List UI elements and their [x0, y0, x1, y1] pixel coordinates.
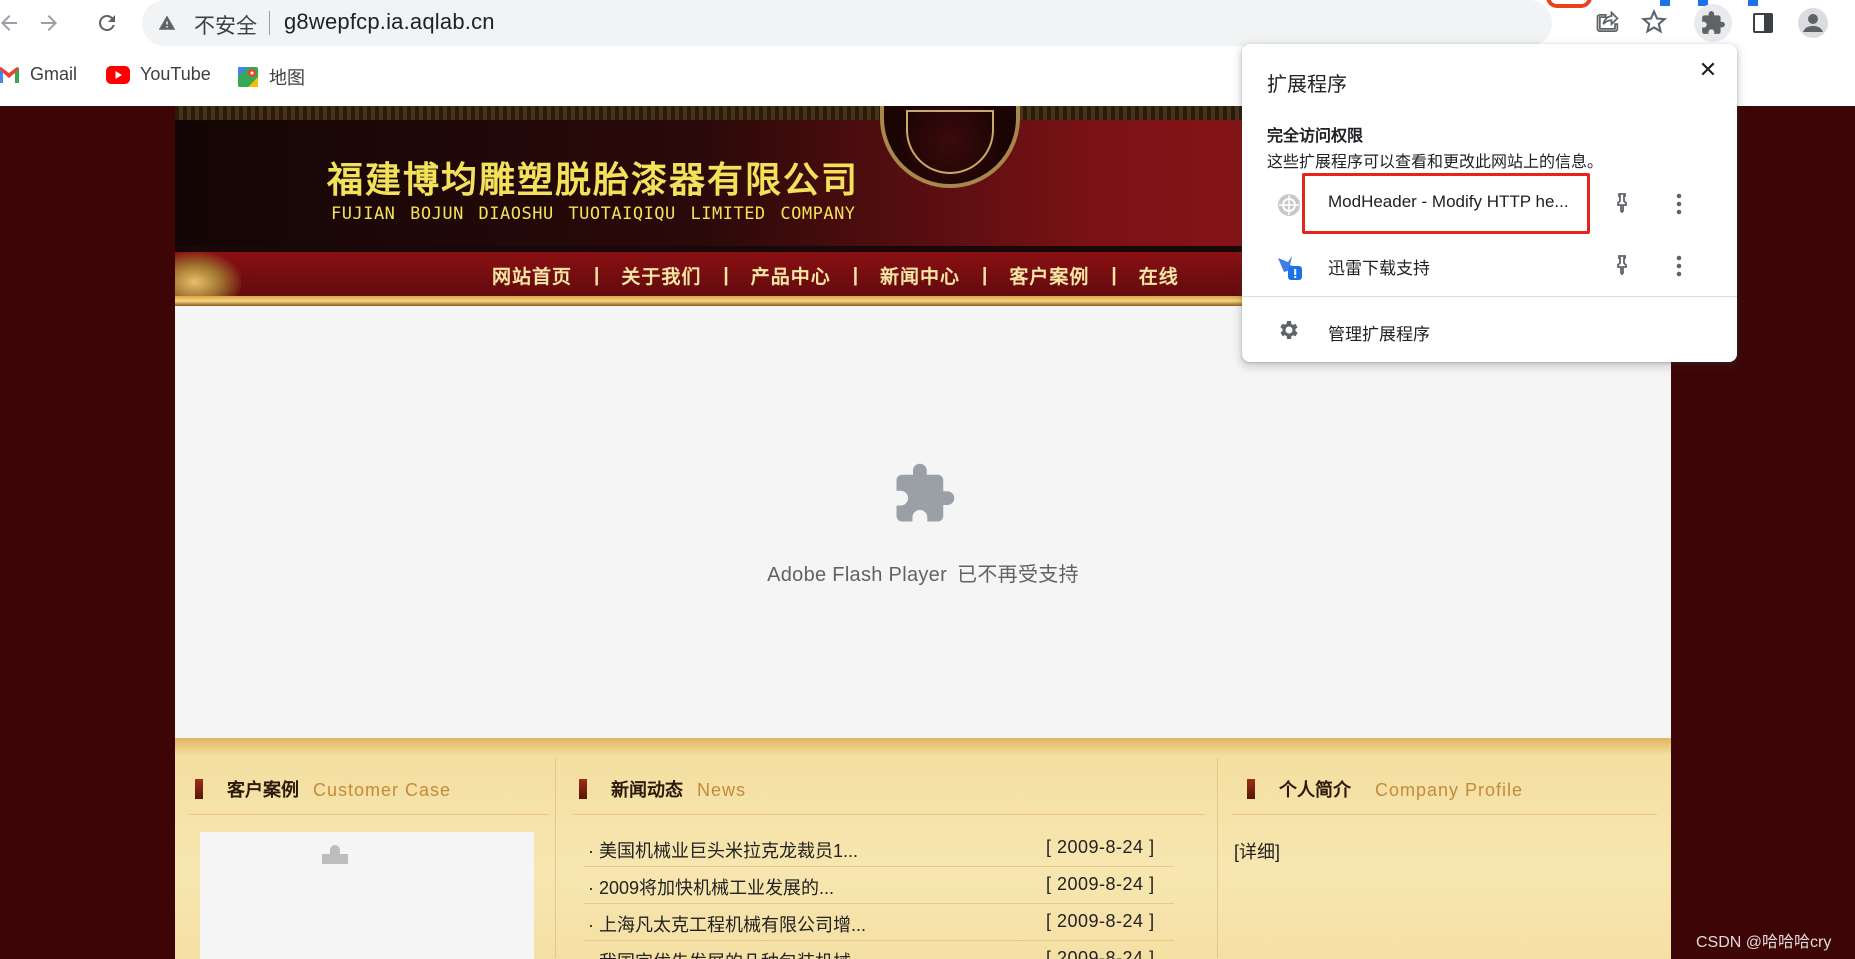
news-item-title[interactable]: · 我国宜优先发展的几种包装机械: [588, 948, 851, 959]
panel-rule: [1231, 814, 1657, 815]
close-icon[interactable]: ✕: [1696, 58, 1720, 82]
extensions-puzzle-icon[interactable]: [1694, 4, 1732, 42]
plugin-puzzle-icon: [896, 463, 955, 522]
address-bar[interactable]: 不安全 g8wepfcp.ia.aqlab.cn: [142, 0, 1668, 46]
company-name-en: FUJIAN BOJUN DIAOSHU TUOTAIQIQU LIMITED …: [331, 204, 856, 224]
nav-online[interactable]: 在线: [1139, 262, 1179, 289]
warning-icon[interactable]: [158, 14, 176, 32]
nav-home[interactable]: 网站首页: [492, 262, 572, 289]
flash-message-name: Adobe Flash Player: [767, 564, 948, 586]
profile-avatar-icon[interactable]: [1794, 4, 1832, 42]
bookmark-gmail[interactable]: Gmail: [0, 64, 77, 85]
forward-arrow-icon[interactable]: [34, 8, 64, 38]
youtube-icon: [106, 65, 130, 84]
nav-separator: |: [723, 264, 729, 286]
bookmark-youtube[interactable]: YouTube: [106, 64, 211, 85]
panel-rule: [189, 814, 549, 815]
cases-panel-header: 客户案例 Customer Case: [195, 776, 451, 802]
news-item-date: [ 2009-8-24 ]: [1046, 837, 1155, 857]
header-marker: [1247, 779, 1255, 799]
extension-name[interactable]: 迅雷下载支持: [1328, 254, 1430, 279]
content-panels: 客户案例 Customer Case 新闻动态 News · 美国机械业巨头米拉…: [175, 738, 1671, 959]
header-marker: [195, 779, 203, 799]
main-nav: 网站首页 | 关于我们 | 产品中心 | 新闻中心 | 客户案例 | 在线: [492, 262, 1179, 289]
news-item[interactable]: · 2009将加快机械工业发展的... [ 2009-8-24 ]: [584, 867, 1174, 904]
full-access-description: 这些扩展程序可以查看和更改此网站上的信息。: [1267, 154, 1604, 171]
nav-about[interactable]: 关于我们: [621, 262, 701, 289]
nav-separator: |: [852, 264, 859, 286]
security-label[interactable]: 不安全: [194, 10, 257, 40]
side-panel-icon[interactable]: [1744, 4, 1782, 42]
news-item-title[interactable]: · 上海凡太克工程机械有限公司增...: [588, 911, 866, 937]
news-item[interactable]: · 上海凡太克工程机械有限公司增... [ 2009-8-24 ]: [584, 904, 1174, 941]
case-image-placeholder[interactable]: [200, 832, 534, 959]
flash-message-status: 已不再受支持: [957, 564, 1079, 586]
pin-icon[interactable]: [1610, 192, 1634, 216]
more-vert-icon[interactable]: [1667, 252, 1691, 280]
news-item[interactable]: · 我国宜优先发展的几种包装机械 [ 2009-8-24 ]: [584, 941, 1174, 959]
news-item-date: [ 2009-8-24 ]: [1046, 911, 1155, 931]
news-item-title[interactable]: · 美国机械业巨头米拉克龙裁员1...: [588, 837, 858, 863]
news-item-date: [ 2009-8-24 ]: [1046, 874, 1155, 894]
profile-title: 个人简介: [1279, 780, 1351, 800]
column-divider: [1217, 758, 1218, 958]
bookmark-label: Gmail: [30, 64, 78, 84]
gmail-icon: [0, 66, 19, 83]
manage-extensions-link[interactable]: 管理扩展程序: [1328, 320, 1430, 345]
watermark-text: CSDN @哈哈哈cry: [1696, 934, 1832, 951]
plugin-puzzle-icon: [322, 845, 348, 864]
cases-subtitle: Customer Case: [313, 780, 452, 800]
panel-rule: [573, 814, 1205, 815]
bookmark-label: YouTube: [140, 64, 211, 84]
csdn-logo-fragment: [1546, 0, 1592, 8]
extension-item-xunlei[interactable]: 迅雷下载支持: [1242, 236, 1737, 298]
news-subtitle: News: [697, 780, 747, 800]
medallion-ornament: [906, 110, 994, 174]
pin-icon[interactable]: [1610, 254, 1634, 278]
more-vert-icon[interactable]: [1667, 190, 1691, 218]
header-marker: [579, 779, 587, 799]
nav-cases[interactable]: 客户案例: [1009, 262, 1089, 289]
company-name-cn: 福建博均雕塑脱胎漆器有限公司: [327, 159, 860, 201]
bookmark-label: 地图: [269, 68, 305, 88]
profile-panel-header: 个人简介 Company Profile: [1247, 776, 1523, 802]
cases-title: 客户案例: [227, 780, 299, 800]
column-divider: [555, 758, 556, 958]
news-title: 新闻动态: [611, 780, 683, 800]
news-panel-header: 新闻动态 News: [579, 776, 746, 802]
news-item-title[interactable]: · 2009将加快机械工业发展的...: [588, 874, 834, 900]
address-separator: [269, 11, 270, 35]
xunlei-icon: [1278, 256, 1302, 280]
nav-products[interactable]: 产品中心: [751, 262, 831, 289]
flash-unsupported-message: Adobe Flash Player 已不再受支持: [175, 558, 1671, 587]
maps-icon: [238, 67, 258, 87]
nav-news[interactable]: 新闻中心: [880, 262, 960, 289]
news-list: · 美国机械业巨头米拉克龙裁员1... [ 2009-8-24 ] · 2009…: [584, 830, 1174, 959]
reload-icon[interactable]: [92, 8, 122, 38]
modheader-icon: [1278, 194, 1300, 216]
profile-subtitle: Company Profile: [1375, 780, 1524, 800]
nav-separator: |: [594, 264, 600, 286]
gear-icon[interactable]: [1276, 318, 1300, 342]
profile-detail-link[interactable]: [详细]: [1234, 838, 1280, 864]
full-access-heading: 完全访问权限: [1267, 128, 1364, 145]
annotation-highlight-box: [1302, 173, 1590, 234]
popup-divider: [1242, 296, 1737, 297]
corner-fragment: [1660, 0, 1670, 6]
share-icon[interactable]: [1594, 9, 1622, 37]
back-arrow-icon[interactable]: [0, 8, 24, 38]
bookmark-star-icon[interactable]: [1640, 8, 1668, 36]
nav-separator: |: [1111, 264, 1117, 286]
news-item-date: [ 2009-8-24 ]: [1046, 948, 1155, 959]
url-text[interactable]: g8wepfcp.ia.aqlab.cn: [284, 9, 495, 35]
gold-flourish: [175, 252, 241, 302]
bookmark-maps[interactable]: 地图: [237, 64, 305, 90]
nav-separator: |: [982, 264, 988, 286]
browser-toolbar: 不安全 g8wepfcp.ia.aqlab.cn: [0, 0, 1855, 46]
extensions-popup-title: 扩展程序: [1267, 74, 1347, 96]
flash-placeholder: Adobe Flash Player 已不再受支持: [175, 306, 1671, 738]
news-item[interactable]: · 美国机械业巨头米拉克龙裁员1... [ 2009-8-24 ]: [584, 830, 1174, 867]
